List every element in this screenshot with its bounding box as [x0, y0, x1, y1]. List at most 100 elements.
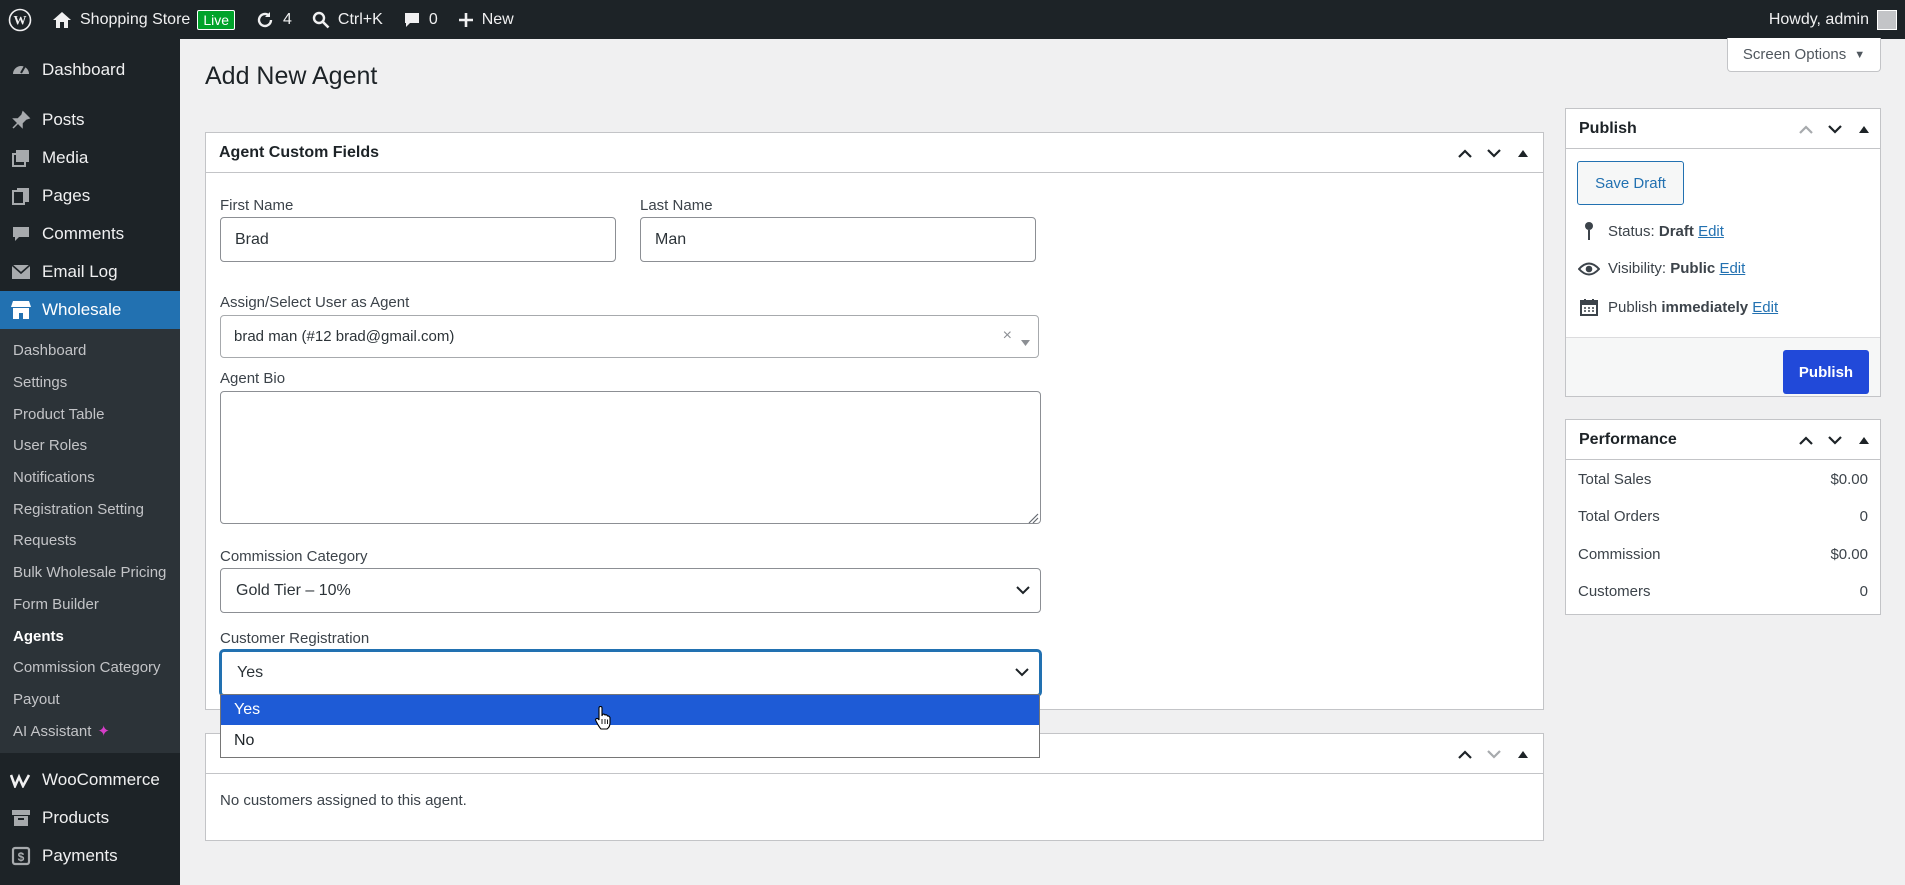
menu-item-wholesale[interactable]: Wholesale: [0, 291, 180, 329]
visibility-value: Public: [1670, 260, 1716, 277]
save-draft-button[interactable]: Save Draft: [1577, 161, 1684, 205]
postbox-handles: [1791, 420, 1878, 460]
site-name-link[interactable]: Shopping Store Live: [42, 0, 245, 39]
submenu-item-requests[interactable]: Requests: [0, 525, 180, 557]
resize-handle-icon[interactable]: [1028, 511, 1039, 529]
edit-publish-time-link[interactable]: Edit: [1752, 299, 1778, 316]
pin-icon: [1578, 221, 1600, 241]
menu-label: Email Log: [42, 262, 118, 281]
updates-link[interactable]: 4: [245, 0, 302, 39]
edit-visibility-link[interactable]: Edit: [1719, 260, 1745, 277]
caret-down-icon: ▼: [1854, 48, 1866, 61]
eye-icon: [1578, 262, 1600, 276]
menu-item-email-log[interactable]: Email Log: [0, 253, 180, 291]
move-up-icon[interactable]: [1791, 420, 1820, 460]
comments-link[interactable]: 0: [393, 0, 448, 39]
submenu-item-commission-category[interactable]: Commission Category: [0, 652, 180, 684]
commission-category-select[interactable]: Gold Tier – 10%: [220, 568, 1041, 613]
howdy-text: Howdy, admin: [1768, 10, 1869, 28]
perf-value: $0.00: [1830, 546, 1868, 563]
perf-value: 0: [1859, 508, 1868, 525]
move-down-icon[interactable]: [1479, 734, 1508, 774]
admin-sidebar: Dashboard Posts Media Pages Comments Ema…: [0, 39, 180, 885]
menu-item-dashboard[interactable]: Dashboard: [0, 51, 180, 89]
updates-count: 4: [283, 10, 292, 28]
new-label: New: [481, 10, 514, 28]
move-down-icon[interactable]: [1479, 133, 1508, 173]
collapse-toggle-icon[interactable]: [1508, 133, 1537, 173]
clear-selection-icon[interactable]: ×: [1003, 327, 1012, 345]
submenu-item-settings[interactable]: Settings: [0, 367, 180, 399]
plus-icon: [458, 12, 474, 28]
postbox-title: Publish: [1579, 119, 1637, 137]
submenu-item-agents[interactable]: Agents: [0, 620, 180, 652]
submenu-item-registration-setting[interactable]: Registration Setting: [0, 493, 180, 525]
admin-bar: W Shopping Store Live 4 Ctrl+K 0 New How…: [0, 0, 1905, 39]
publish-button[interactable]: Publish: [1783, 350, 1869, 394]
customer-registration-select[interactable]: Yes: [220, 650, 1041, 696]
perf-row-commission: Commission $0.00: [1578, 546, 1868, 563]
edit-status-link[interactable]: Edit: [1698, 223, 1724, 240]
status-value: Draft: [1658, 222, 1694, 240]
submenu-item-form-builder[interactable]: Form Builder: [0, 589, 180, 621]
perf-label: Customers: [1578, 583, 1651, 600]
menu-label: Media: [42, 148, 89, 167]
option-no[interactable]: No: [221, 725, 1039, 757]
perf-label: Total Orders: [1578, 508, 1660, 525]
pages-icon: [10, 185, 32, 207]
menu-label: Dashboard: [42, 60, 126, 79]
collapse-toggle-icon[interactable]: [1849, 420, 1878, 460]
new-content-link[interactable]: New: [448, 0, 524, 39]
customer-registration-value: Yes: [237, 664, 264, 681]
menu-label: WooCommerce: [42, 769, 160, 789]
perf-label: Total Sales: [1578, 471, 1652, 488]
agent-bio-textarea[interactable]: [220, 391, 1041, 524]
my-account-link[interactable]: Howdy, admin: [1759, 0, 1905, 39]
submenu-item-bulk-wholesale-pricing[interactable]: Bulk Wholesale Pricing: [0, 557, 180, 589]
wordpress-logo-icon[interactable]: W: [0, 0, 42, 39]
menu-item-payments[interactable]: $ Payments: [0, 837, 180, 875]
move-down-icon[interactable]: [1820, 420, 1849, 460]
performance-box: Performance Total Sales $0.00 Total Orde…: [1565, 419, 1881, 615]
submenu-item-dashboard[interactable]: Dashboard: [0, 335, 180, 367]
archive-icon: [10, 807, 32, 829]
search-icon: [312, 11, 330, 29]
submenu-item-payout[interactable]: Payout: [0, 684, 180, 716]
last-name-input[interactable]: Man: [640, 217, 1036, 262]
option-yes[interactable]: Yes: [221, 695, 1039, 725]
hand-cursor-icon: [594, 705, 612, 735]
menu-item-woocommerce[interactable]: WooCommerce: [0, 761, 180, 799]
refresh-icon: [255, 10, 275, 30]
menu-item-media[interactable]: Media: [0, 139, 180, 177]
assign-user-select[interactable]: brad man (#12 brad@gmail.com) ×: [220, 315, 1039, 358]
first-name-label: First Name: [220, 197, 294, 214]
pin-icon: [10, 109, 32, 131]
first-name-input[interactable]: Brad: [220, 217, 616, 262]
move-down-icon[interactable]: [1820, 109, 1849, 149]
menu-item-posts[interactable]: Posts: [0, 101, 180, 139]
publish-box: Publish Save Draft Status: Draft Edit Vi…: [1565, 108, 1881, 397]
chevron-down-icon: [1016, 582, 1030, 600]
screen-options-button[interactable]: Screen Options ▼: [1727, 38, 1881, 72]
avatar: [1877, 9, 1897, 30]
collapse-toggle-icon[interactable]: [1508, 734, 1537, 774]
menu-item-pages[interactable]: Pages: [0, 177, 180, 215]
submenu-item-ai-assistant[interactable]: AI Assistant ✦: [0, 715, 180, 747]
agent-bio-label: Agent Bio: [220, 370, 286, 387]
assign-user-label: Assign/Select User as Agent: [220, 294, 410, 311]
submenu-item-product-table[interactable]: Product Table: [0, 398, 180, 430]
comment-icon: [10, 223, 32, 245]
media-icon: [10, 147, 32, 169]
menu-item-products[interactable]: Products: [0, 799, 180, 837]
submenu-label: AI Assistant: [13, 722, 92, 740]
move-up-icon[interactable]: [1450, 734, 1479, 774]
menu-item-comments[interactable]: Comments: [0, 215, 180, 253]
move-up-icon[interactable]: [1791, 109, 1820, 149]
command-palette-link[interactable]: Ctrl+K: [302, 0, 393, 39]
submenu-item-notifications[interactable]: Notifications: [0, 462, 180, 494]
postbox-header: Publish: [1566, 109, 1880, 149]
collapse-toggle-icon[interactable]: [1849, 109, 1878, 149]
submenu-item-user-roles[interactable]: User Roles: [0, 430, 180, 462]
move-up-icon[interactable]: [1450, 133, 1479, 173]
postbox-header: Performance: [1566, 420, 1880, 460]
